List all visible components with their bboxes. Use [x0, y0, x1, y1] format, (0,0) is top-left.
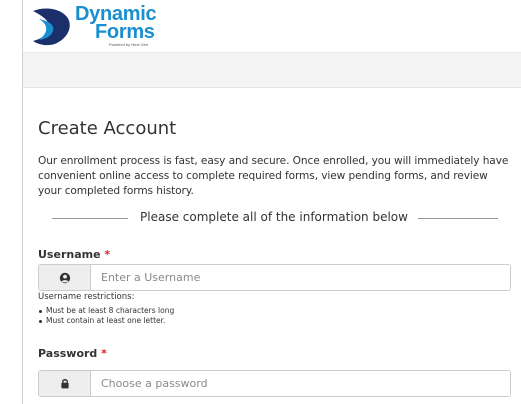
brand-tagline: Powered by Next Gen [109, 42, 149, 47]
brand-name-line2: Forms [95, 21, 155, 43]
logo-mark-icon [33, 8, 70, 46]
required-marker: * [101, 347, 107, 360]
username-restrictions-list: Must be at least 8 characters long Must … [38, 306, 174, 326]
password-label-text: Password [38, 347, 98, 360]
intro-text: Our enrollment process is fast, easy and… [38, 155, 509, 197]
section-divider: Please complete all of the information b… [38, 210, 511, 226]
password-input-group [38, 370, 511, 397]
password-input[interactable] [91, 371, 510, 396]
lock-icon [60, 379, 69, 389]
password-addon [39, 371, 91, 396]
nav-band [23, 52, 521, 88]
divider-line-left [52, 218, 128, 219]
restriction-item: Must be at least 8 characters long [38, 306, 174, 316]
divider-text: Please complete all of the information b… [140, 210, 408, 224]
username-input[interactable] [91, 265, 510, 290]
page-title: Create Account [38, 118, 177, 139]
user-icon [59, 272, 70, 283]
username-addon [39, 265, 91, 290]
username-restrictions-title: Username restrictions: [38, 292, 135, 302]
username-label: Username * [38, 248, 110, 261]
page-frame: Dynamic Forms Powered by Next Gen Create… [22, 0, 521, 404]
password-label: Password * [38, 347, 107, 360]
required-marker: * [104, 248, 111, 261]
username-input-group [38, 264, 511, 291]
username-label-text: Username [38, 248, 101, 261]
header: Dynamic Forms Powered by Next Gen [23, 0, 521, 52]
dynamic-forms-logo[interactable]: Dynamic Forms Powered by Next Gen [29, 3, 169, 49]
restriction-item: Must contain at least one letter. [38, 316, 174, 326]
divider-line-right [418, 218, 498, 219]
